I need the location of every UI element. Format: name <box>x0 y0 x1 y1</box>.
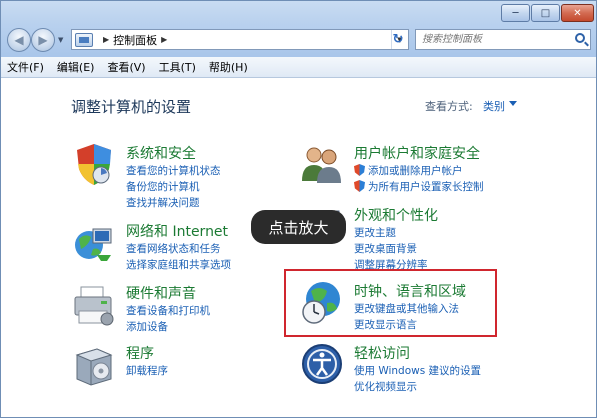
link-change-theme[interactable]: 更改主题 <box>354 225 396 240</box>
search-input[interactable] <box>416 30 566 49</box>
link-network-status[interactable]: 查看网络状态和任务 <box>126 241 221 256</box>
printer-icon <box>74 286 114 326</box>
category-title[interactable]: 硬件和声音 <box>126 283 196 303</box>
link-check-status[interactable]: 查看您的计算机状态 <box>126 163 221 178</box>
back-arrow-icon: ◀ <box>14 33 24 47</box>
breadcrumb-separator-icon[interactable]: ▶ <box>161 35 167 44</box>
address-bar[interactable]: ▶ 控制面板 ▶ ▼ <box>71 29 409 50</box>
control-panel-window: ─ □ ✕ ◀ ▶ ▼ ▶ 控制面板 ▶ ▼ ↻ 文件(F) 编辑(E) 查看(… <box>0 0 597 418</box>
link-uninstall[interactable]: 卸载程序 <box>126 363 168 378</box>
menu-tools[interactable]: 工具(T) <box>159 59 196 75</box>
link-optimize-display[interactable]: 优化视频显示 <box>354 379 417 394</box>
category-title[interactable]: 程序 <box>126 343 154 363</box>
highlight-annotation-box <box>284 269 497 337</box>
category-programs: 程序 卸载程序 <box>71 341 271 389</box>
page-title: 调整计算机的设置 <box>71 98 192 116</box>
category-system-security: 系统和安全 查看您的计算机状态 备份您的计算机 查找并解决问题 <box>71 141 271 209</box>
forward-button[interactable]: ▶ <box>31 28 55 52</box>
category-title[interactable]: 网络和 Internet <box>126 221 228 241</box>
category-hardware: 硬件和声音 查看设备和打印机 添加设备 <box>71 281 271 333</box>
close-button[interactable]: ✕ <box>561 4 594 22</box>
link-desktop-background[interactable]: 更改桌面背景 <box>354 241 417 256</box>
category-user-accounts: 用户帐户和家庭安全 添加或删除用户帐户 为所有用户设置家长控制 <box>299 141 499 193</box>
ease-of-access-icon <box>302 344 342 384</box>
uac-shield-icon <box>354 180 365 192</box>
link-devices-printers[interactable]: 查看设备和打印机 <box>126 303 210 318</box>
maximize-button[interactable]: □ <box>531 4 560 22</box>
category-title[interactable]: 轻松访问 <box>354 343 410 363</box>
uac-shield-icon <box>354 164 365 176</box>
menu-help[interactable]: 帮助(H) <box>209 59 248 75</box>
refresh-icon: ↻ <box>392 32 404 47</box>
click-to-zoom-overlay[interactable]: 点击放大 <box>251 210 346 244</box>
view-by-label: 查看方式: <box>425 100 473 113</box>
main-content: 调整计算机的设置 查看方式: 类别 系统和安全 查看您的计算机状态 备份您的计算… <box>1 79 596 417</box>
system-security-shield-icon <box>77 144 111 185</box>
menu-view[interactable]: 查看(V) <box>107 59 145 75</box>
link-homegroup[interactable]: 选择家庭组和共享选项 <box>126 257 231 272</box>
menu-edit[interactable]: 编辑(E) <box>57 59 95 75</box>
breadcrumb-control-panel[interactable]: 控制面板 <box>113 32 157 48</box>
view-by-arrow-icon[interactable] <box>509 101 517 106</box>
title-bar: ─ □ ✕ ◀ ▶ ▼ ▶ 控制面板 ▶ ▼ ↻ <box>1 1 596 57</box>
minimize-button[interactable]: ─ <box>501 4 530 22</box>
refresh-button[interactable]: ↻ <box>387 29 409 50</box>
search-box[interactable] <box>415 29 591 50</box>
menu-file[interactable]: 文件(F) <box>7 59 44 75</box>
category-title[interactable]: 系统和安全 <box>126 143 196 163</box>
users-icon <box>302 147 341 183</box>
link-backup[interactable]: 备份您的计算机 <box>126 179 200 194</box>
menu-bar: 文件(F) 编辑(E) 查看(V) 工具(T) 帮助(H) <box>1 57 596 78</box>
link-troubleshoot[interactable]: 查找并解决问题 <box>126 195 200 210</box>
category-title[interactable]: 外观和个性化 <box>354 205 438 225</box>
control-panel-icon <box>75 32 93 47</box>
network-globe-icon <box>75 228 112 261</box>
link-add-device[interactable]: 添加设备 <box>126 319 168 334</box>
category-title[interactable]: 用户帐户和家庭安全 <box>354 143 480 163</box>
category-network: 网络和 Internet 查看网络状态和任务 选择家庭组和共享选项 <box>71 219 271 271</box>
search-icon[interactable] <box>575 33 585 43</box>
recent-pages-dropdown[interactable]: ▼ <box>58 36 63 44</box>
category-ease-of-access: 轻松访问 使用 Windows 建议的设置 优化视频显示 <box>299 341 519 393</box>
view-by-dropdown[interactable]: 类别 <box>483 98 505 114</box>
programs-box-icon <box>75 348 113 386</box>
back-button[interactable]: ◀ <box>7 28 31 52</box>
forward-arrow-icon: ▶ <box>38 33 48 47</box>
link-recommended-settings[interactable]: 使用 Windows 建议的设置 <box>354 363 481 378</box>
breadcrumb-separator-icon[interactable]: ▶ <box>103 35 109 44</box>
link-manage-accounts[interactable]: 添加或删除用户帐户 <box>368 163 463 178</box>
link-parental-controls[interactable]: 为所有用户设置家长控制 <box>368 179 484 194</box>
